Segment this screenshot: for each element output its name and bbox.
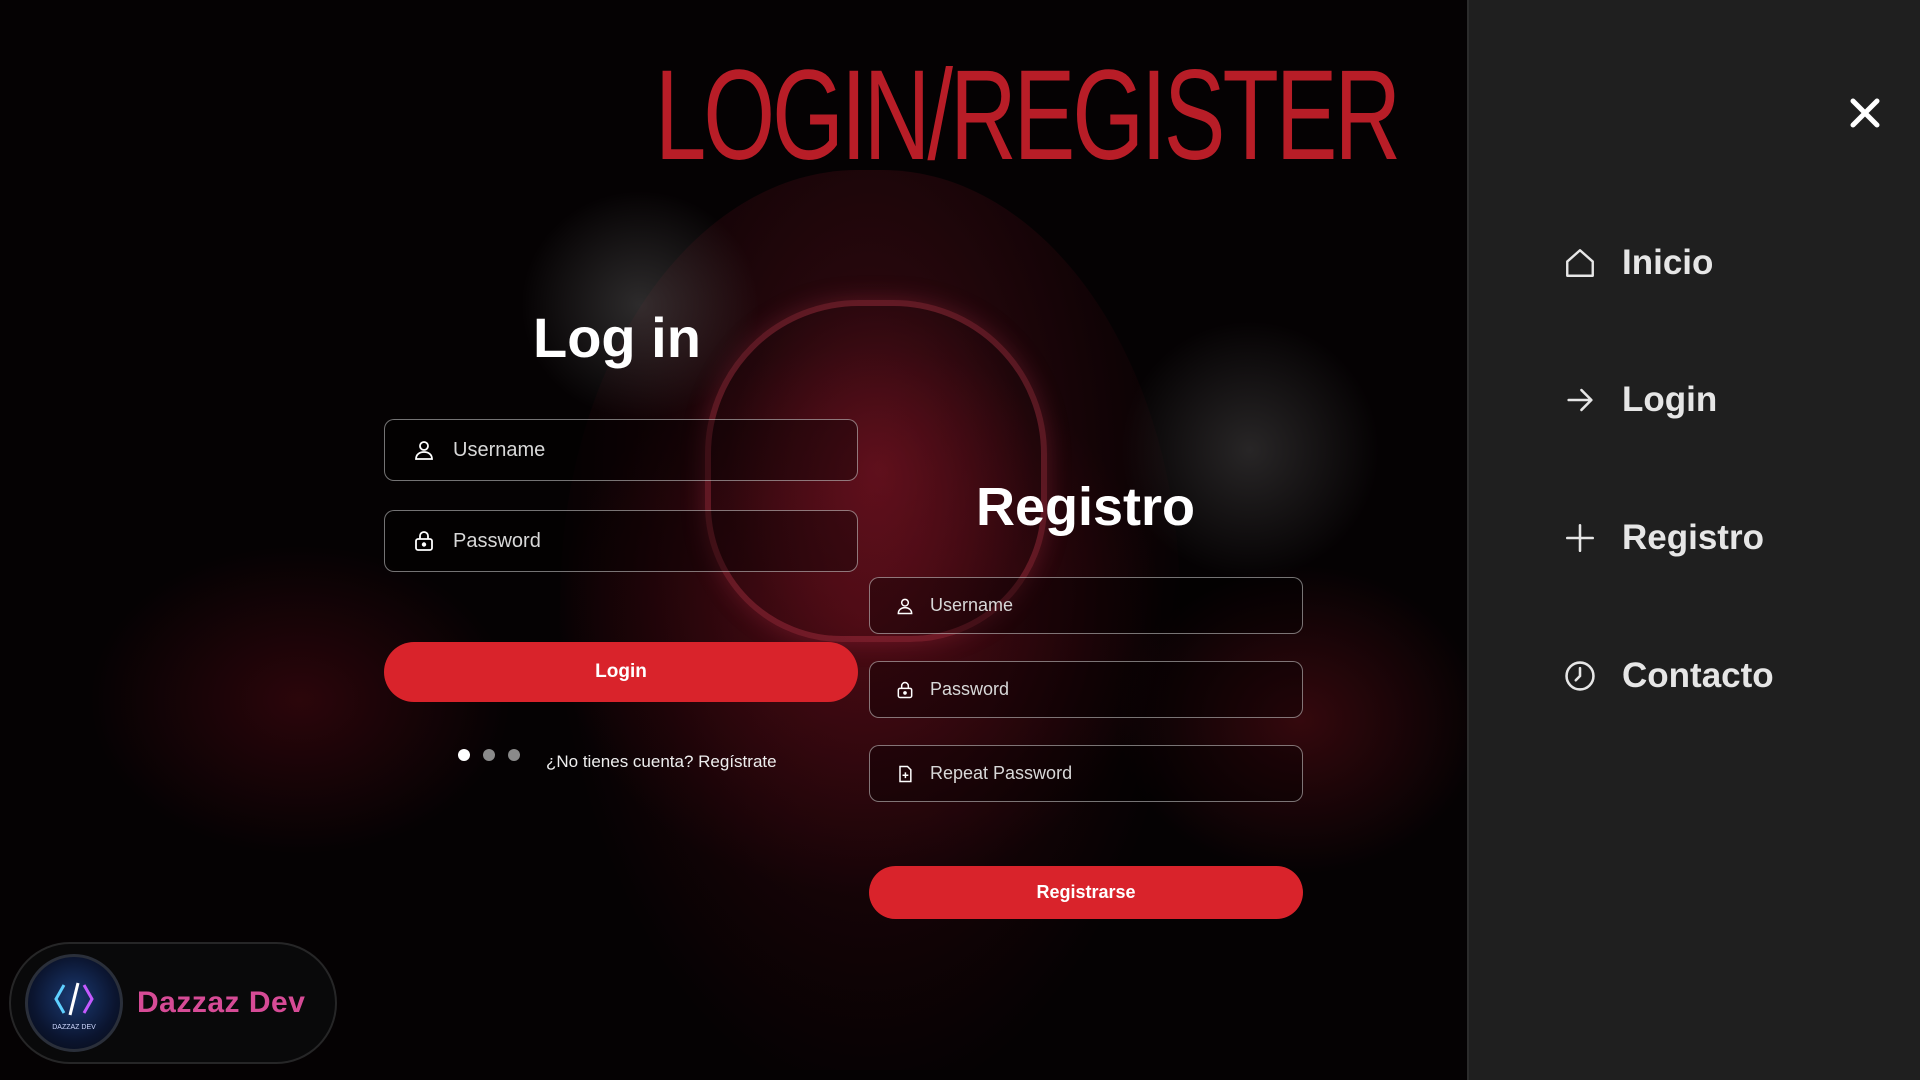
lock-icon	[894, 679, 916, 701]
sidebar-item-label: Login	[1622, 380, 1718, 419]
login-password-input[interactable]	[451, 528, 857, 554]
signup-link[interactable]: ¿No tienes cuenta? Regístrate	[546, 752, 777, 772]
register-button[interactable]: Registrarse	[869, 866, 1303, 919]
background-stage: LOGIN/REGISTER Log in Login ¿No tienes c…	[0, 0, 1467, 1080]
lock-icon	[411, 528, 437, 554]
plus-icon	[1562, 520, 1598, 556]
home-icon	[1562, 245, 1598, 281]
carousel-dot-2[interactable]	[483, 749, 495, 761]
background-hand-right	[1120, 320, 1380, 580]
user-icon	[411, 437, 437, 463]
carousel-dot-1[interactable]	[458, 749, 470, 761]
login-button[interactable]: Login	[384, 642, 858, 702]
login-username-field[interactable]	[384, 419, 858, 481]
sidebar-item-registro[interactable]: Registro	[1562, 518, 1764, 558]
brand-logo: DAZZAZ DEV	[25, 954, 123, 1052]
login-username-input[interactable]	[451, 437, 857, 463]
sidebar-item-label: Contacto	[1622, 656, 1774, 695]
arrow-right-icon	[1562, 382, 1598, 418]
login-password-field[interactable]	[384, 510, 858, 572]
sidebar-item-contacto[interactable]: Contacto	[1562, 656, 1774, 696]
brand-name: Dazzaz Dev	[137, 986, 306, 1019]
register-password-input[interactable]	[928, 678, 1302, 701]
login-title: Log in	[533, 306, 701, 369]
clock-icon	[1562, 658, 1598, 694]
register-password-field[interactable]	[869, 661, 1303, 718]
close-button[interactable]	[1848, 96, 1882, 130]
background-hand-left	[520, 190, 760, 420]
svg-text:DAZZAZ DEV: DAZZAZ DEV	[52, 1024, 96, 1031]
page-title: LOGIN/REGISTER	[655, 44, 1401, 187]
carousel-dots	[458, 749, 520, 761]
brand-badge[interactable]: DAZZAZ DEV Dazzaz Dev	[9, 942, 337, 1064]
register-username-input[interactable]	[928, 594, 1302, 617]
register-title: Registro	[976, 477, 1196, 537]
register-repeat-password-field[interactable]	[869, 745, 1303, 802]
sidebar-item-inicio[interactable]: Inicio	[1562, 243, 1713, 283]
carousel-dot-3[interactable]	[508, 749, 520, 761]
user-icon	[894, 595, 916, 617]
register-username-field[interactable]	[869, 577, 1303, 634]
sidebar-item-label: Registro	[1622, 518, 1764, 557]
close-icon	[1850, 98, 1880, 128]
repeat-password-icon	[894, 763, 916, 785]
register-repeat-password-input[interactable]	[928, 762, 1302, 785]
sidebar-item-login[interactable]: Login	[1562, 380, 1717, 420]
sidebar-item-label: Inicio	[1622, 243, 1714, 282]
